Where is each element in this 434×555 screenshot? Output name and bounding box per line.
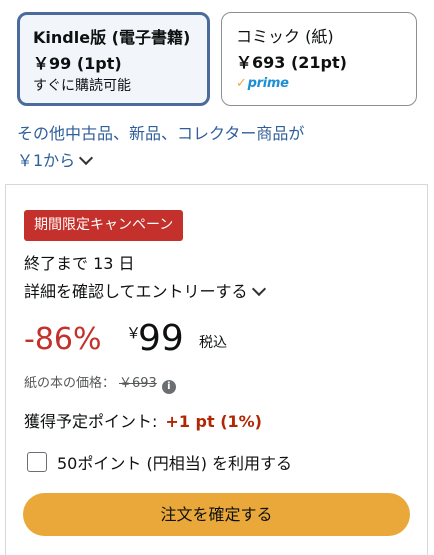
format-selector: Kindle版 (電子書籍) ￥99 (1pt) すぐに購読可能 コミック (紙… — [17, 12, 417, 106]
other-offers-line1: その他中古品、新品、コレクター商品が — [17, 124, 305, 143]
format-kindle-price: ￥99 (1pt) — [33, 54, 122, 73]
prime-badge: ✓prime — [236, 76, 289, 91]
earned-points: 獲得予定ポイント: +1 pt (1%) — [24, 408, 262, 432]
chevron-down-icon — [79, 150, 94, 166]
format-kindle-tile[interactable]: Kindle版 (電子書籍) ￥99 (1pt) すぐに購読可能 — [17, 12, 210, 106]
format-kindle-name: Kindle版 (電子書籍) — [33, 28, 191, 47]
paper-price-label: 紙の本の価格： — [24, 376, 116, 391]
campaign-details-link[interactable]: 詳細を確認してエントリーする — [24, 278, 266, 302]
campaign-details-text: 詳細を確認してエントリーする — [24, 282, 248, 301]
use-points-label: 50ポイント (円相当) を利用する — [57, 454, 293, 473]
confirm-order-button[interactable]: 注文を確定する — [23, 493, 410, 536]
info-icon[interactable]: i — [161, 380, 176, 394]
format-comic-tile[interactable]: コミック (紙) ￥693 (21pt) ✓prime — [221, 12, 417, 106]
campaign-badge: 期間限定キャンペーン — [24, 210, 184, 241]
use-points-option[interactable]: 50ポイント (円相当) を利用する — [27, 450, 292, 474]
chevron-down-icon — [251, 281, 266, 297]
other-offers-line2: ￥1から — [17, 151, 76, 170]
format-kindle-note: すぐに購読可能 — [33, 78, 131, 94]
use-points-checkbox[interactable] — [27, 452, 47, 472]
paper-book-price: 紙の本の価格： ￥693 i — [24, 372, 176, 394]
points-value: +1 pt (1%) — [165, 412, 262, 431]
price-amount: 99 — [138, 318, 184, 359]
format-comic-price: ￥693 (21pt) — [236, 53, 347, 72]
format-comic-name: コミック (紙) — [236, 27, 334, 46]
points-label: 獲得予定ポイント: — [24, 412, 158, 431]
tax-label: 税込 — [199, 335, 227, 351]
other-offers-link[interactable]: その他中古品、新品、コレクター商品が ￥1から — [17, 120, 417, 174]
campaign-ends: 終了まで 13 日 — [24, 254, 135, 273]
discount-percent: -86% — [24, 322, 102, 357]
prime-check-icon: ✓ — [236, 76, 247, 91]
prime-badge-text: prime — [247, 76, 289, 91]
paper-price-value: ￥693 — [119, 376, 157, 391]
